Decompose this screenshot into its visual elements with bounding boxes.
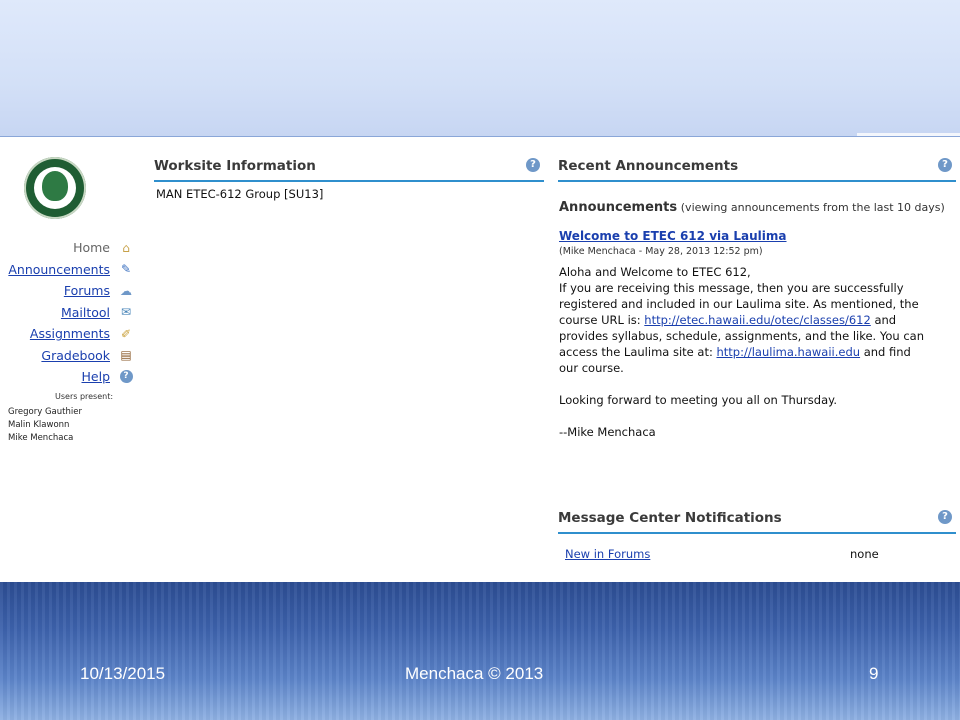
nav-item-mailtool[interactable]: Mailtool ✉ <box>0 302 138 324</box>
announcements-heading: Announcements <box>559 200 678 215</box>
nav-item-label: Help <box>81 369 111 385</box>
help-icon[interactable]: ? <box>938 158 952 172</box>
footer-author: Menchaca © 2013 <box>405 664 544 683</box>
announcement-line: If you are receiving this message, then … <box>559 281 904 295</box>
nav-item-label: Home <box>73 240 110 256</box>
announcement-signoff: --Mike Menchaca <box>559 425 656 439</box>
nav-item-announcements[interactable]: Announcements ✎ <box>0 259 138 281</box>
nav-item-label: Gradebook <box>41 347 110 363</box>
user-name: Gregory Gauthier <box>8 407 82 417</box>
portlet-title: Message Center Notifications <box>558 510 782 526</box>
portlet-title: Worksite Information <box>154 158 316 174</box>
help-icon[interactable]: ? <box>526 158 540 172</box>
site-navigation: Home ⌂ Announcements ✎ Forums ☁ Mailtool… <box>0 237 138 388</box>
notification-value: none <box>850 547 879 561</box>
slide-header-band <box>0 0 960 140</box>
nav-item-assignments[interactable]: Assignments ✐ <box>0 323 138 345</box>
user-name: Malin Klawonn <box>8 420 70 430</box>
announcements-icon: ✎ <box>120 262 132 276</box>
help-icon[interactable]: ? <box>938 510 952 524</box>
gradebook-icon: ▤ <box>120 348 132 362</box>
nav-item-label: Assignments <box>29 326 110 342</box>
nav-item-label: Announcements <box>8 261 110 277</box>
announcement-line: Aloha and Welcome to ETEC 612, <box>559 265 751 279</box>
nav-item-gradebook[interactable]: Gradebook ▤ <box>0 345 138 367</box>
nav-item-home[interactable]: Home ⌂ <box>0 237 138 259</box>
user-name: Mike Menchaca <box>8 433 74 443</box>
footer-date: 10/13/2015 <box>80 664 166 683</box>
nav-item-label: Mailtool <box>60 304 110 320</box>
laulima-screenshot: Home ⌂ Announcements ✎ Forums ☁ Mailtool… <box>0 136 960 583</box>
announcement-text: access the Laulima site at: <box>559 345 717 359</box>
announcement-line: provides syllabus, schedule, assignments… <box>559 329 924 343</box>
users-present-label: Users present: <box>55 392 114 401</box>
worksite-group-name: MAN ETEC-612 Group [SU13] <box>156 187 324 201</box>
announcement-line: Looking forward to meeting you all on Th… <box>559 393 837 407</box>
announcement-text: and <box>870 313 897 327</box>
announcement-body: Aloha and Welcome to ETEC 612, If you ar… <box>559 264 955 440</box>
nav-item-help[interactable]: Help ? <box>0 366 138 388</box>
new-in-forums-link[interactable]: New in Forums <box>565 547 650 561</box>
announcement-meta: (Mike Menchaca - May 28, 2013 12:52 pm) <box>559 246 763 257</box>
announcement-text: course URL is: <box>559 313 645 327</box>
announcements-subheading: (viewing announcements from the last 10 … <box>680 201 945 214</box>
mail-icon: ✉ <box>120 305 132 319</box>
assignments-icon: ✐ <box>120 326 132 341</box>
help-icon: ? <box>118 369 134 384</box>
worksite-information-header: Worksite Information ? <box>154 152 544 182</box>
forums-icon: ☁ <box>120 283 132 298</box>
announcement-line: course URL is: http://etec.hawaii.edu/ot… <box>559 312 955 328</box>
announcement-line: registered and included in our Laulima s… <box>559 297 919 311</box>
nav-item-forums[interactable]: Forums ☁ <box>0 280 138 302</box>
announcement-line: access the Laulima site at: http://lauli… <box>559 344 955 360</box>
footer-page-number: 9 <box>869 664 879 683</box>
nav-item-label: Forums <box>63 283 110 299</box>
announcement-line: our course. <box>559 361 624 375</box>
seal-leaf-icon <box>42 171 68 201</box>
announcement-text: and find <box>860 345 911 359</box>
message-center-header: Message Center Notifications ? <box>558 504 956 534</box>
laulima-url-link[interactable]: http://laulima.hawaii.edu <box>717 345 861 359</box>
announcement-title-row: Welcome to ETEC 612 via Laulima <box>559 228 787 244</box>
home-icon: ⌂ <box>122 240 130 255</box>
course-url-link[interactable]: http://etec.hawaii.edu/otec/classes/612 <box>644 313 871 327</box>
recent-announcements-header: Recent Announcements ? <box>558 152 956 182</box>
university-seal-logo <box>24 157 86 219</box>
message-center-row: New in Forums none <box>565 546 885 562</box>
slide-footer-band <box>0 582 960 720</box>
announcement-title-link[interactable]: Welcome to ETEC 612 via Laulima <box>559 229 787 243</box>
portlet-title: Recent Announcements <box>558 158 739 174</box>
announcements-heading-row: Announcements (viewing announcements fro… <box>559 199 945 216</box>
